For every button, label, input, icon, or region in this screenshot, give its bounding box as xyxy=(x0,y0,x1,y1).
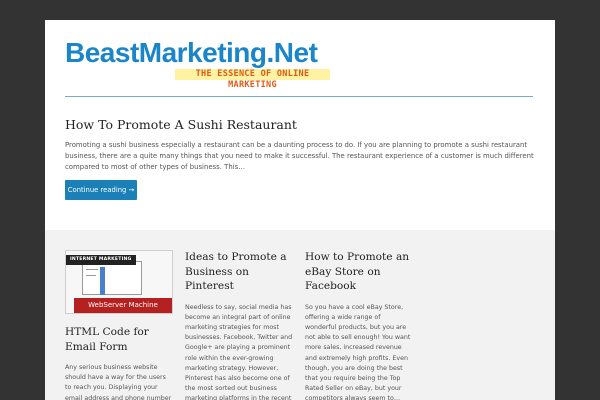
post-card: WebServer Machine INTERNET MARKETING HTM… xyxy=(65,250,173,400)
page-container: BeastMarketing.Net THE ESSENCE OF ONLINE… xyxy=(45,20,555,400)
featured-post-title[interactable]: How To Promote A Sushi Restaurant xyxy=(65,117,297,133)
post-title[interactable]: How to Promote an eBay Store on Facebook xyxy=(305,250,413,294)
continue-reading-button[interactable]: Continue reading → xyxy=(65,180,137,200)
featured-post-excerpt: Promoting a sushi business especially a … xyxy=(65,141,534,171)
thumbnail-line xyxy=(86,275,96,276)
post-card: Ideas to Promote a Business on Pinterest… xyxy=(185,250,293,400)
post-excerpt: Needless to say, social media has become… xyxy=(185,303,293,400)
screenshot-window-icon xyxy=(82,261,142,295)
post-card: How to Promote an eBay Store on Facebook… xyxy=(305,250,413,400)
category-badge[interactable]: INTERNET MARKETING xyxy=(66,255,136,265)
thumbnail-line xyxy=(86,269,98,270)
post-excerpt: So you have a cool eBay Store, offering … xyxy=(305,303,411,400)
post-title[interactable]: Ideas to Promote a Business on Pinterest xyxy=(185,250,293,294)
thumbnail-bar xyxy=(100,267,105,295)
site-tagline: THE ESSENCE OF ONLINE MARKETING xyxy=(175,69,330,90)
post-thumbnail[interactable]: WebServer Machine INTERNET MARKETING xyxy=(65,250,173,314)
post-excerpt: Any serious business website should have… xyxy=(65,364,172,400)
site-logo[interactable]: BeastMarketing.Net THE ESSENCE OF ONLINE… xyxy=(65,36,535,98)
header-divider xyxy=(65,96,533,97)
thumbnail-caption: WebServer Machine xyxy=(74,298,172,313)
post-grid: WebServer Machine INTERNET MARKETING HTM… xyxy=(45,230,555,400)
post-title[interactable]: HTML Code for Email Form xyxy=(65,325,173,354)
site-name[interactable]: BeastMarketing.Net xyxy=(65,36,318,70)
